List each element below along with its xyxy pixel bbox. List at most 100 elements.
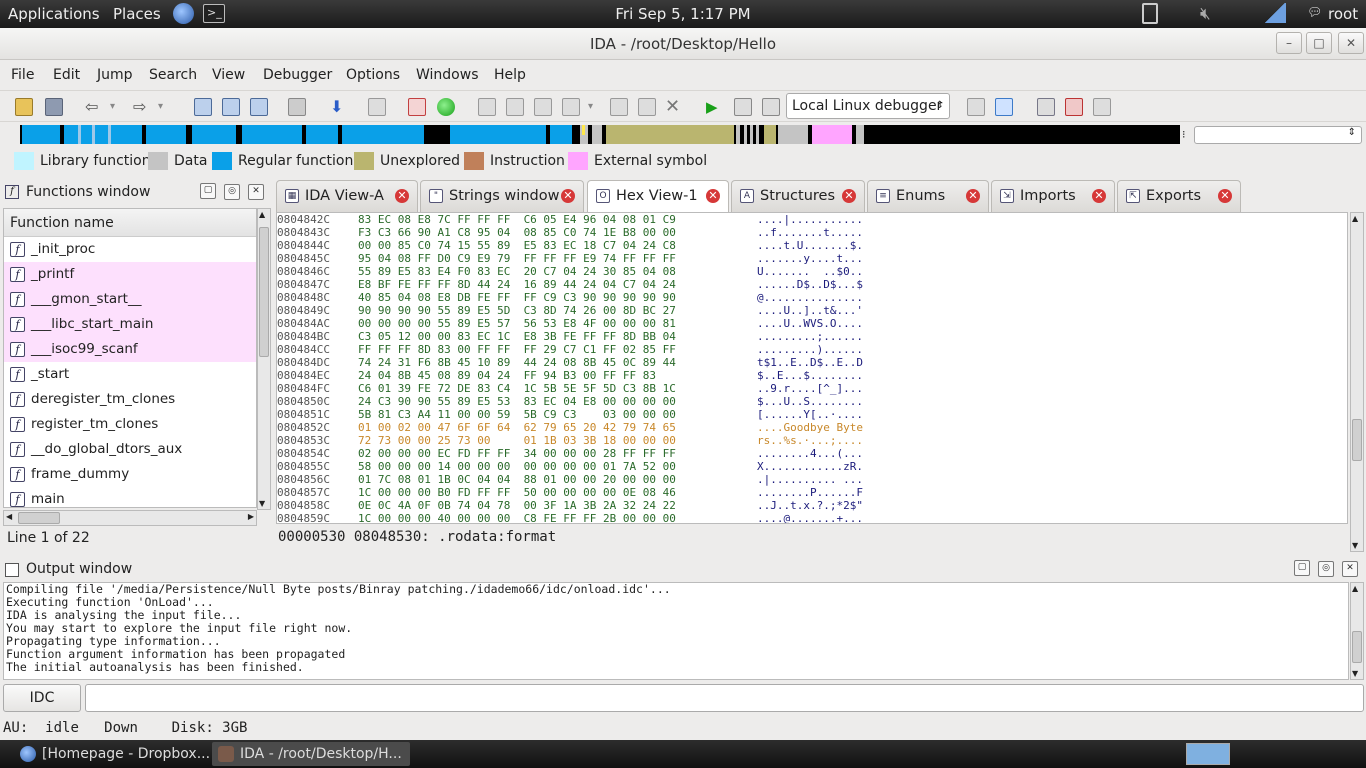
close-tab-icon[interactable]: ✕ <box>395 189 409 203</box>
taskbar-item-ida[interactable]: IDA - /root/Desktop/H... <box>212 742 410 766</box>
scroll-left-icon[interactable]: ◀ <box>6 512 12 521</box>
clipboard-icon[interactable] <box>1142 3 1158 24</box>
tab-imports[interactable]: ⇲ Imports ✕ <box>991 180 1115 212</box>
menu-view[interactable]: View <box>212 67 245 83</box>
scroll-up-icon[interactable]: ▲ <box>259 210 265 219</box>
tab-enums[interactable]: ≡ Enums ✕ <box>867 180 989 212</box>
close-tab-icon[interactable]: ✕ <box>706 189 720 203</box>
hex-row[interactable]: 0804846C 55 89 E5 83 E4 F0 83 EC 20 C7 04… <box>277 265 1347 278</box>
network-signal-icon[interactable] <box>1264 3 1286 23</box>
hex-row[interactable]: 080484AC 00 00 00 00 55 89 E5 57 56 53 E8… <box>277 317 1347 330</box>
workspace-switcher[interactable] <box>1186 743 1230 765</box>
hex-row[interactable]: 080484DC 74 24 31 F6 8B 45 10 89 44 24 08… <box>277 356 1347 369</box>
back-dropdown-icon[interactable]: ▾ <box>110 98 128 116</box>
forward-dropdown-icon[interactable]: ▾ <box>158 98 176 116</box>
navigation-band[interactable] <box>20 125 1180 144</box>
close-tab-icon[interactable]: ✕ <box>561 189 575 203</box>
tab-hex-view-1[interactable]: O Hex View-1 ✕ <box>587 180 729 213</box>
function-row[interactable]: f _start <box>4 362 256 387</box>
menu-windows[interactable]: Windows <box>416 67 479 83</box>
close-panel-button[interactable]: ✕ <box>248 184 264 200</box>
restore-panel-button[interactable]: ◎ <box>1318 561 1334 577</box>
function-row[interactable]: f ___gmon_start__ <box>4 287 256 312</box>
tab-strings-window[interactable]: " Strings window ✕ <box>420 180 584 212</box>
hex-row[interactable]: 0804843C F3 C3 66 90 A1 C8 95 04 08 85 C0… <box>277 226 1347 239</box>
nav-band-select[interactable]: ⇕ <box>1194 126 1362 144</box>
close-tab-icon[interactable]: ✕ <box>1092 189 1106 203</box>
forward-arrow-icon[interactable]: ⇨ <box>133 98 151 116</box>
calculator-icon[interactable] <box>1037 98 1055 116</box>
hex-row[interactable]: 080484FC C6 01 39 FE 72 DE 83 C4 1C 5B 5E… <box>277 382 1347 395</box>
rename-icon[interactable] <box>638 98 656 116</box>
taskbar-item-browser[interactable]: [Homepage - Dropbox... <box>14 742 210 766</box>
array-icon[interactable] <box>562 98 580 116</box>
close-window-button[interactable]: ✕ <box>1338 32 1364 54</box>
function-row[interactable]: f deregister_tm_clones <box>4 387 256 412</box>
hex-row[interactable]: 0804859C 1C 00 00 00 40 00 00 00 C8 FE FF… <box>277 512 1347 523</box>
scroll-thumb[interactable] <box>1352 419 1362 461</box>
scroll-right-icon[interactable]: ▶ <box>248 512 254 521</box>
volume-muted-icon[interactable]: 🔇︎ <box>1200 4 1211 24</box>
float-panel-button[interactable]: ▢ <box>1294 560 1310 576</box>
hex-row[interactable]: 0804848C 40 85 04 08 E8 DB FE FF FF C9 C3… <box>277 291 1347 304</box>
data-icon[interactable] <box>506 98 524 116</box>
menu-file[interactable]: File <box>11 67 34 83</box>
function-row[interactable]: f ___isoc99_scanf <box>4 337 256 362</box>
back-arrow-icon[interactable]: ⇦ <box>85 98 103 116</box>
window-titlebar[interactable]: IDA - /root/Desktop/Hello <box>0 28 1366 60</box>
tab-structures[interactable]: A Structures ✕ <box>731 180 865 212</box>
hex-row[interactable]: 0804857C 1C 00 00 00 B0 FD FF FF 50 00 00… <box>277 486 1347 499</box>
warning-icon[interactable] <box>408 98 426 116</box>
restore-panel-button[interactable]: ◎ <box>224 184 240 200</box>
tab-ida-view-a[interactable]: ▦ IDA View-A ✕ <box>276 180 418 212</box>
string-icon[interactable] <box>534 98 552 116</box>
hex-row[interactable]: 0804847C E8 BF FE FF FF 8D 44 24 16 89 44… <box>277 278 1347 291</box>
function-row[interactable]: f __do_global_dtors_aux <box>4 437 256 462</box>
array-dropdown-icon[interactable]: ▾ <box>588 98 606 116</box>
binoculars-icon[interactable] <box>194 98 212 116</box>
function-row[interactable]: f register_tm_clones <box>4 412 256 437</box>
delete-icon[interactable] <box>368 98 386 116</box>
menu-help[interactable]: Help <box>494 67 526 83</box>
function-row[interactable]: f ___libc_start_main <box>4 312 256 337</box>
close-tab-icon[interactable]: ✕ <box>1218 189 1232 203</box>
functions-vertical-scrollbar[interactable]: ▲ ▼ <box>257 208 271 510</box>
function-row[interactable]: f _init_proc <box>4 237 256 262</box>
menu-options[interactable]: Options <box>346 67 400 83</box>
hex-row[interactable]: 0804845C 95 04 08 FF D0 C9 E9 79 FF FF FF… <box>277 252 1347 265</box>
scroll-down-icon[interactable]: ▼ <box>259 499 265 508</box>
scroll-thumb[interactable] <box>18 512 60 524</box>
function-row[interactable]: f main <box>4 487 256 507</box>
menu-search[interactable]: Search <box>149 67 197 83</box>
hex-row[interactable]: 0804855C 58 00 00 00 14 00 00 00 00 00 00… <box>277 460 1347 473</box>
minimize-button[interactable]: – <box>1276 32 1302 54</box>
menu-jump[interactable]: Jump <box>97 67 133 83</box>
maximize-button[interactable]: □ <box>1306 32 1332 54</box>
close-panel-button[interactable]: ✕ <box>1342 561 1358 577</box>
hex-row[interactable]: 0804856C 01 7C 08 01 1B 0C 04 04 88 01 00… <box>277 473 1347 486</box>
pause-icon[interactable] <box>734 98 752 116</box>
hex-row[interactable]: 0804854C 02 00 00 00 EC FD FF FF 34 00 00… <box>277 447 1347 460</box>
float-panel-button[interactable]: ▢ <box>200 183 216 199</box>
search-binary-icon[interactable] <box>250 98 268 116</box>
stop-icon[interactable] <box>762 98 780 116</box>
scroll-thumb[interactable] <box>1352 631 1362 663</box>
function-row[interactable]: f frame_dummy <box>4 462 256 487</box>
tab-exports[interactable]: ⇱ Exports ✕ <box>1117 180 1241 212</box>
print-icon[interactable] <box>288 98 306 116</box>
menu-debugger[interactable]: Debugger <box>263 67 332 83</box>
debugger-option-icon[interactable] <box>967 98 985 116</box>
hex-view[interactable]: 0804842C 83 EC 08 E8 7C FF FF FF C6 05 E4… <box>276 212 1348 524</box>
hex-row[interactable]: 0804852C 01 00 02 00 47 6F 6F 64 62 79 65… <box>277 421 1347 434</box>
open-file-icon[interactable] <box>15 98 33 116</box>
hex-row[interactable]: 080484CC FF FF FF 8D 83 00 FF FF FF 29 C7… <box>277 343 1347 356</box>
function-row[interactable]: f _printf <box>4 262 256 287</box>
user-name[interactable]: root <box>1328 5 1358 23</box>
command-input[interactable] <box>85 684 1364 712</box>
scroll-up-icon[interactable]: ▲ <box>1352 584 1358 593</box>
undefine-icon[interactable] <box>610 98 628 116</box>
breakpoint-icon[interactable] <box>1065 98 1083 116</box>
scroll-thumb[interactable] <box>259 227 269 357</box>
hex-row[interactable]: 0804851C 5B 81 C3 A4 11 00 00 59 5B C9 C3… <box>277 408 1347 421</box>
hex-row[interactable]: 0804850C 24 C3 90 90 55 89 E5 53 83 EC 04… <box>277 395 1347 408</box>
